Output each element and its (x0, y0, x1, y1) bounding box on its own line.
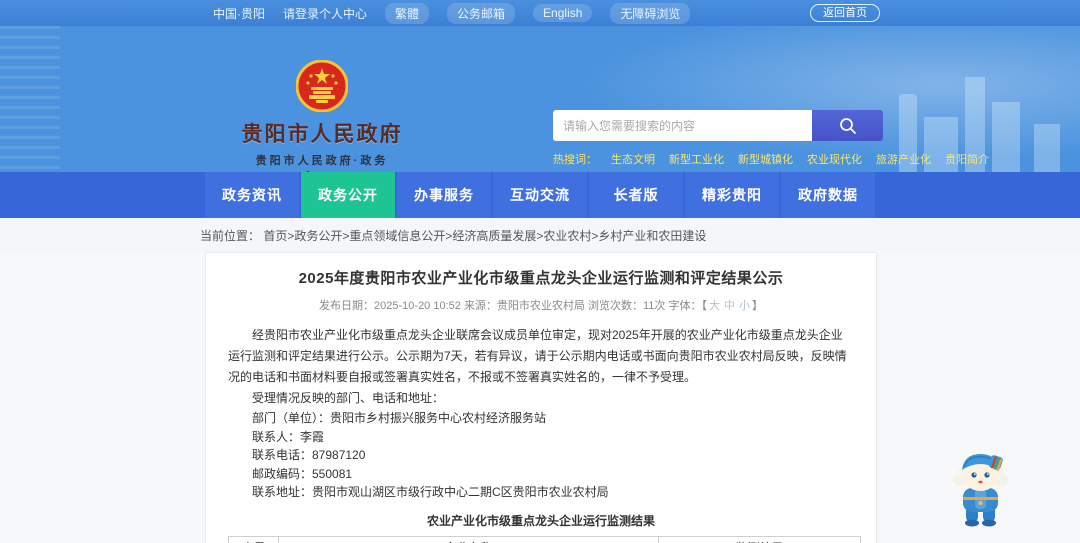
contact-phone: 联系电话：87987120 (252, 448, 366, 462)
nav-tab-hudong-jiaoliu[interactable]: 互动交流 (493, 172, 587, 218)
hot-term-5[interactable]: 旅游产业化 (876, 151, 931, 167)
monitoring-result-table: 序号 企业名称 监测结果 1 贵州合力超市采购有限公司 合格 2 贵州友禾种业有… (228, 535, 861, 543)
contact-address: 联系地址：贵阳市观山湖区市级行政中心二期C区贵阳市农业农村局 (252, 485, 609, 499)
hot-term-4[interactable]: 农业现代化 (807, 151, 862, 167)
official-mail-link[interactable]: 公务邮箱 (447, 2, 516, 24)
nav-tab-banshi-fuwu[interactable]: 办事服务 (397, 172, 491, 218)
article-meta: 发布日期：2025-10-20 10:52 来源：贵阳市农业农村局 浏览次数：1… (228, 297, 854, 313)
font-size-large-button[interactable]: 大 (709, 300, 720, 312)
mascot-icon (953, 454, 1008, 527)
site-logo[interactable]: 贵阳市人民政府 贵阳市人民政府·政务 www.guiyang.gov.cn (212, 60, 432, 172)
header-tech-pattern (0, 26, 60, 172)
site-title: 贵阳市人民政府 (241, 123, 403, 146)
search-box (553, 110, 883, 141)
hot-term-3[interactable]: 新型城镇化 (738, 151, 793, 167)
national-emblem-icon (296, 60, 348, 112)
skyline-decoration (992, 102, 1020, 172)
nav-tab-zhengfu-shuju[interactable]: 政府数据 (781, 172, 875, 218)
search-input[interactable] (553, 110, 812, 141)
hot-term-6[interactable]: 贵阳简介 (945, 151, 989, 167)
mascot-assistant[interactable] (950, 448, 1012, 528)
back-to-home-button[interactable]: 返回首页 (810, 4, 880, 22)
col-header-result: 监测结果 (658, 535, 861, 543)
skyline-decoration (1034, 124, 1060, 172)
breadcrumb-label: 当前位置： (200, 228, 261, 243)
hot-term-2[interactable]: 新型工业化 (669, 151, 724, 167)
col-header-company: 企业名称 (278, 535, 659, 543)
font-size-small-button[interactable]: 小 (739, 300, 750, 312)
accessibility-link[interactable]: 无障碍浏览 (610, 2, 691, 24)
hot-search-words: 热搜词： 生态文明 新型工业化 新型城镇化 农业现代化 旅游产业化 贵阳简介 (553, 151, 989, 167)
col-header-index: 序号 (228, 535, 279, 543)
main-navigation: 政务资讯 政务公开 办事服务 互动交流 长者版 精彩贵阳 政府数据 (0, 172, 1080, 218)
contact-department: 部门（单位）：贵阳市乡村振兴服务中心农村经济服务站 (252, 411, 547, 425)
article-meta-text: 发布日期：2025-10-20 10:52 来源：贵阳市农业农村局 浏览次数：1… (319, 300, 707, 312)
breadcrumb-path[interactable]: 首页>政务公开>重点领域信息公开>经济高质量发展>农业农村>乡村产业和农田建设 (263, 229, 706, 243)
article-paragraph: 受理情况反映的部门、电话和地址： (252, 391, 445, 405)
region-link[interactable]: 中国·贵阳 (213, 5, 265, 22)
hot-search-label: 热搜词： (553, 154, 597, 166)
table-header-row: 序号 企业名称 监测结果 (228, 535, 861, 543)
site-subtitle: 贵阳市人民政府·政务 (255, 155, 389, 167)
contact-postcode: 邮政编码：550081 (252, 466, 353, 481)
breadcrumb-strip: 当前位置： 首页>政务公开>重点领域信息公开>经济高质量发展>农业农村>乡村产业… (0, 218, 1080, 252)
font-size-medium-button[interactable]: 中 (724, 300, 735, 312)
hot-term-1[interactable]: 生态文明 (611, 151, 655, 167)
article-title: 2025年度贵阳市农业产业化市级重点龙头企业运行监测和评定结果公示 (298, 270, 784, 287)
article-meta-close: 】 (751, 300, 763, 312)
article-paragraph: 经贵阳市农业产业化市级重点龙头企业联席会议成员单位审定，现对2025年开展的农业… (228, 328, 847, 384)
breadcrumb: 当前位置： 首页>政务公开>重点领域信息公开>经济高质量发展>农业农村>乡村产业… (200, 227, 706, 244)
english-link[interactable]: English (533, 4, 593, 22)
contact-person: 联系人：李霞 (252, 429, 325, 444)
top-utility-bar: 中国·贵阳 请登录个人中心 繁體 公务邮箱 English 无障碍浏览 返回首页 (0, 0, 1080, 26)
site-header: 贵阳市人民政府 贵阳市人民政府·政务 www.guiyang.gov.cn 热搜… (0, 26, 1080, 172)
table-caption: 农业产业化市级重点龙头企业运行监测结果 (426, 513, 655, 528)
search-button[interactable] (812, 110, 883, 141)
nav-tab-zhangzheban[interactable]: 长者版 (589, 172, 683, 218)
nav-tab-jingcai-guiyang[interactable]: 精彩贵阳 (685, 172, 779, 218)
login-personal-center-link[interactable]: 请登录个人中心 (283, 5, 367, 22)
search-icon (839, 117, 856, 134)
article-panel: 2025年度贵阳市农业产业化市级重点龙头企业运行监测和评定结果公示 发布日期：2… (205, 252, 877, 543)
nav-tab-zhengwu-zixun[interactable]: 政务资讯 (205, 172, 299, 218)
traditional-chinese-toggle[interactable]: 繁體 (385, 2, 430, 24)
nav-tab-zhengwu-gongkai[interactable]: 政务公开 (301, 172, 395, 218)
